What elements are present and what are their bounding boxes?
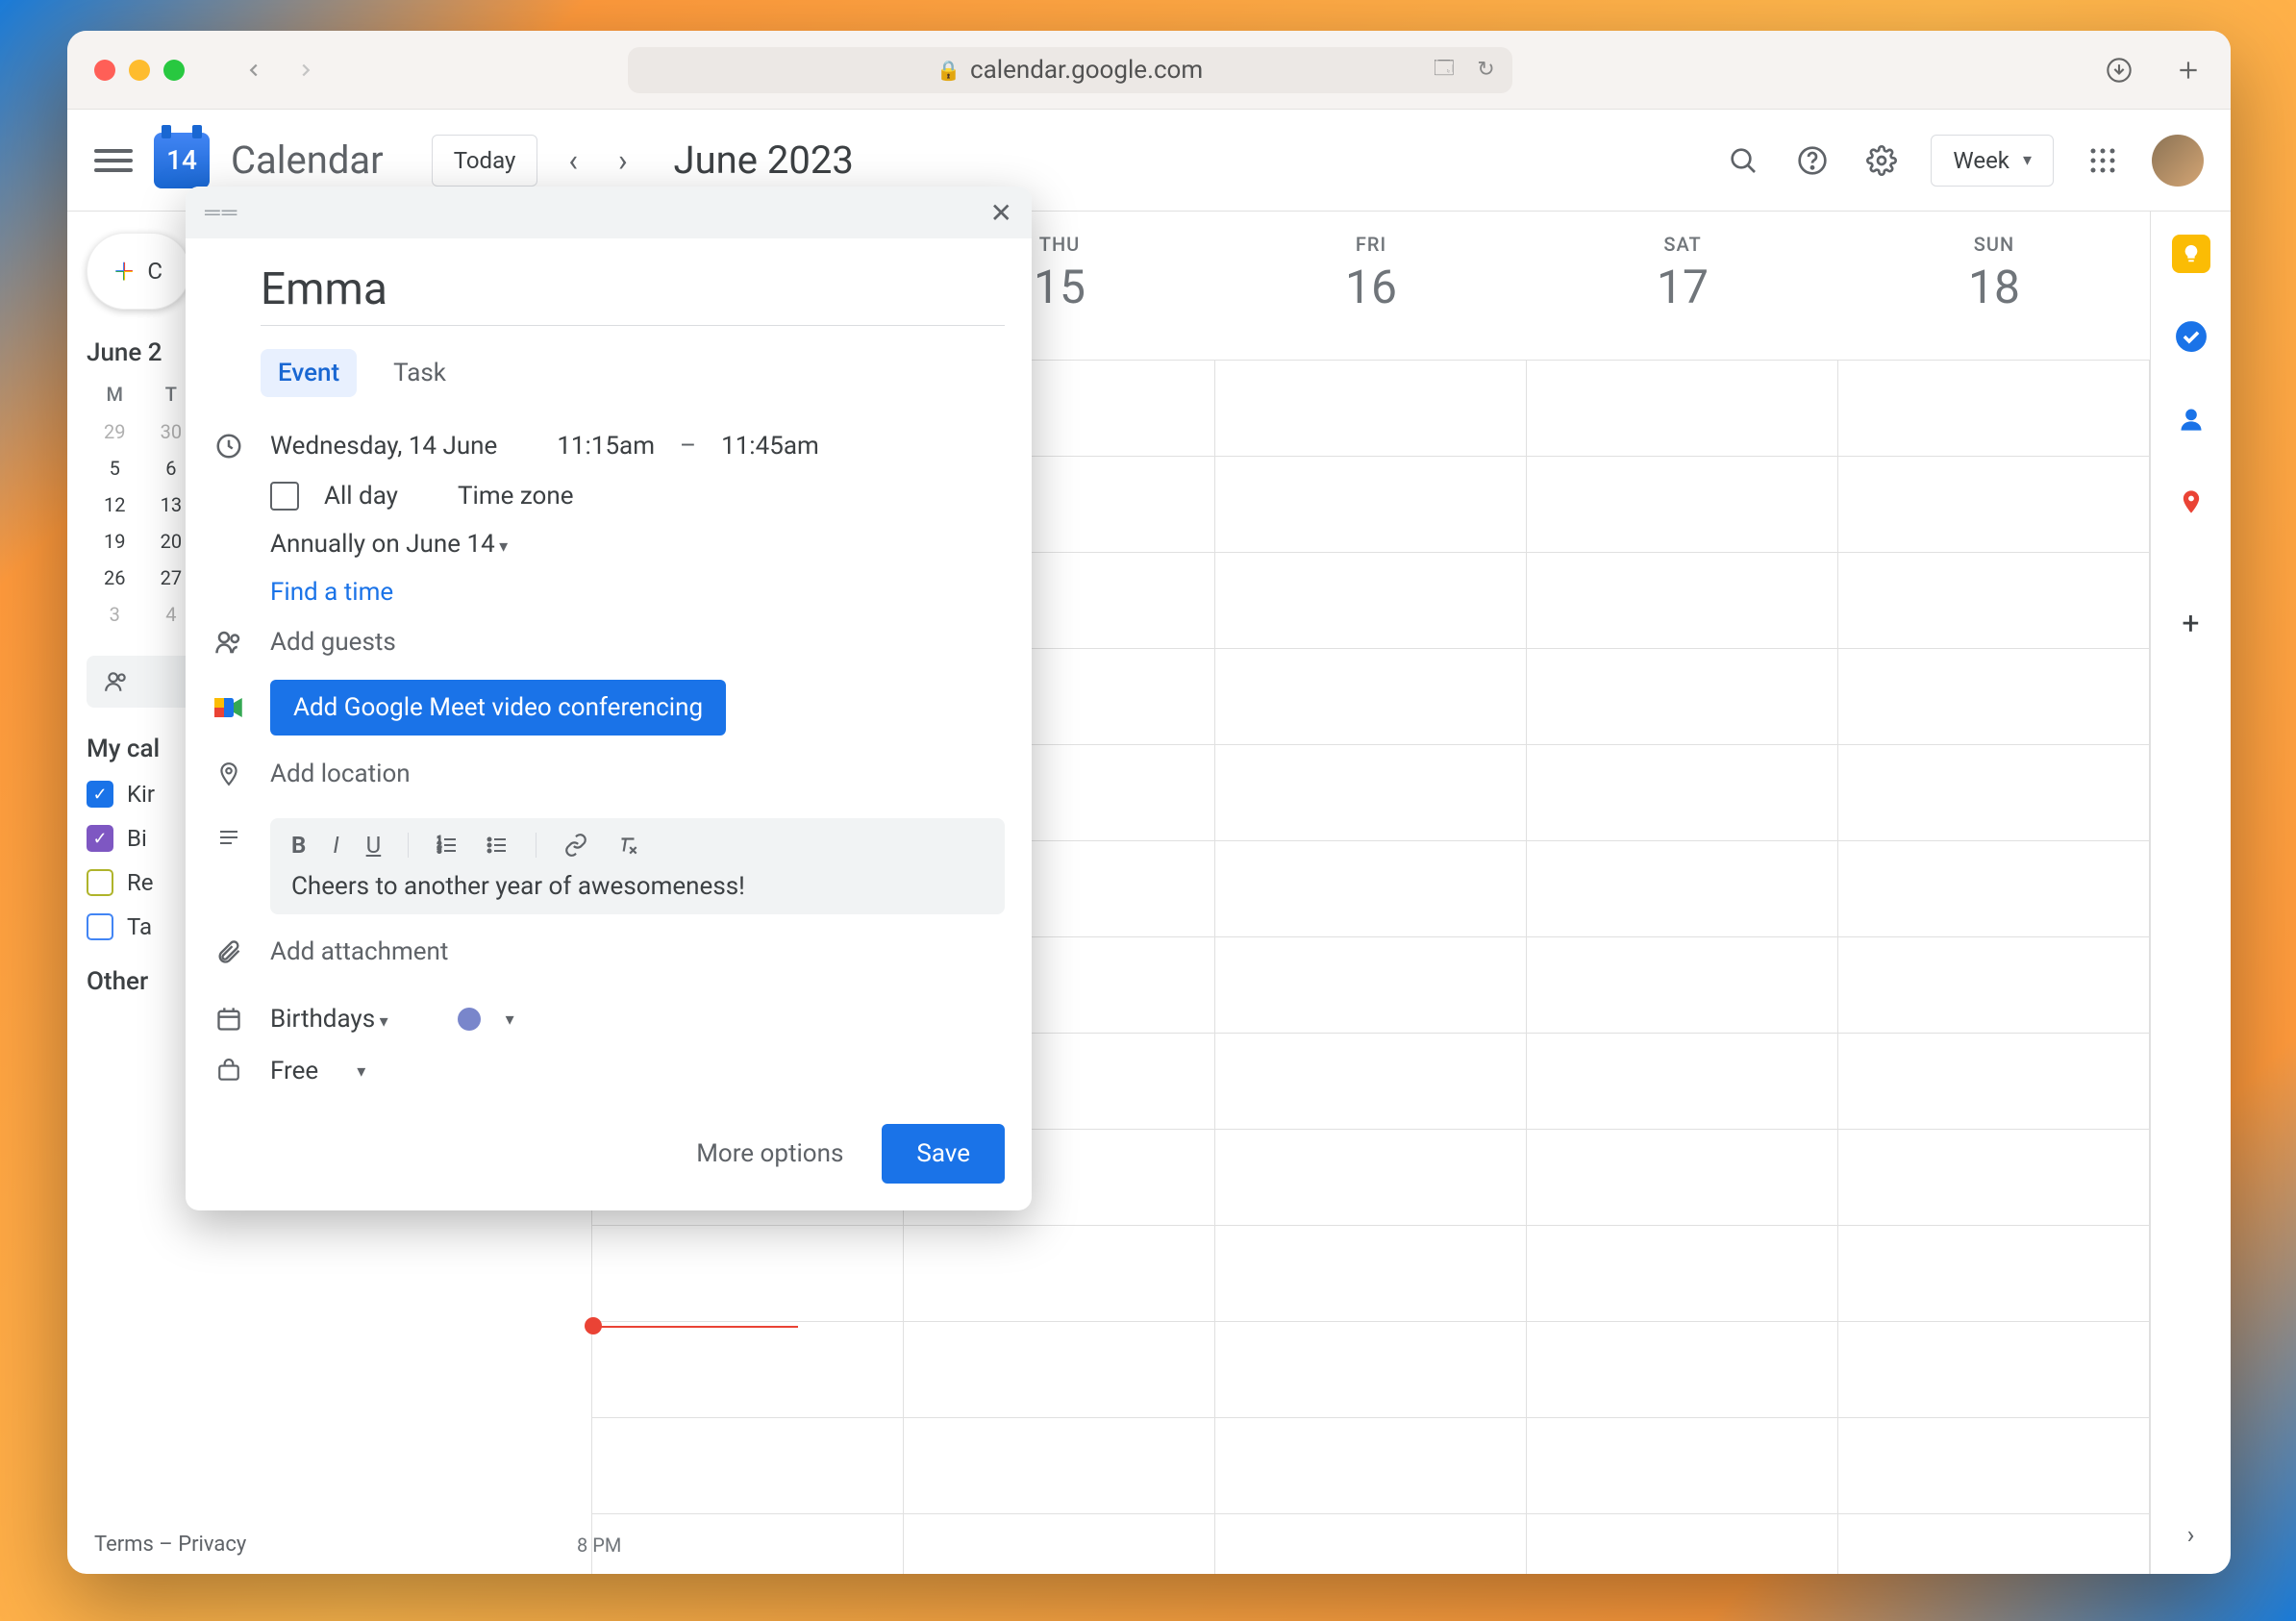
plus-icon: +: [114, 251, 134, 291]
app-title: Calendar: [231, 137, 384, 183]
footer-links: Terms – Privacy: [94, 1533, 246, 1557]
event-create-popup: ══ ✕ Event Task Wednesday, 14 June 11:15…: [186, 187, 1032, 1210]
find-time-link[interactable]: Find a time: [270, 578, 393, 607]
calendar-select[interactable]: Birthdays: [270, 1005, 388, 1034]
traffic-lights: [94, 60, 185, 81]
svg-text:3: 3: [437, 847, 441, 855]
clear-format-icon[interactable]: [615, 833, 640, 858]
italic-icon[interactable]: I: [333, 832, 338, 859]
event-color-dot[interactable]: [458, 1008, 481, 1031]
add-guests-input[interactable]: Add guests: [270, 628, 396, 657]
day-header[interactable]: FRI16: [1215, 223, 1527, 360]
maximize-window-button[interactable]: [163, 60, 185, 81]
close-window-button[interactable]: [94, 60, 115, 81]
bold-icon[interactable]: B: [291, 832, 306, 859]
close-icon[interactable]: ✕: [990, 197, 1012, 229]
start-time[interactable]: 11:15am: [557, 432, 655, 461]
description-toolbar: B I U 123: [270, 818, 1005, 872]
tab-event[interactable]: Event: [261, 349, 357, 397]
help-icon[interactable]: [1792, 140, 1833, 181]
side-panel: + ›: [2150, 212, 2231, 1574]
time-zone-button[interactable]: Time zone: [458, 482, 574, 511]
time-label-8pm: 8 PM: [577, 1534, 621, 1557]
event-title-input[interactable]: [261, 254, 1005, 326]
color-caret[interactable]: ▾: [506, 1010, 514, 1030]
event-date[interactable]: Wednesday, 14 June: [270, 432, 497, 461]
tasks-icon[interactable]: [2172, 317, 2210, 356]
maps-icon[interactable]: [2172, 483, 2210, 521]
minimize-window-button[interactable]: [129, 60, 150, 81]
day-header[interactable]: SAT17: [1527, 223, 1838, 360]
translate-icon[interactable]: 🗔: [1434, 54, 1455, 87]
tab-task[interactable]: Task: [376, 349, 463, 397]
all-day-checkbox[interactable]: [270, 482, 299, 511]
new-tab-icon[interactable]: [2173, 55, 2204, 86]
meet-icon: [212, 695, 245, 720]
account-avatar[interactable]: [2152, 135, 2204, 187]
underline-icon[interactable]: U: [366, 832, 382, 859]
drag-handle-icon[interactable]: ══: [205, 200, 238, 225]
contacts-icon[interactable]: [2172, 400, 2210, 438]
lock-icon: 🔒: [936, 59, 961, 82]
app-logo: 14: [154, 133, 210, 188]
calendar-select-icon: [212, 1006, 245, 1033]
recurrence-select[interactable]: Annually on June 14: [270, 530, 508, 559]
menu-icon[interactable]: [94, 149, 133, 172]
bullet-list-icon[interactable]: [486, 834, 509, 857]
all-day-label: All day: [324, 482, 398, 511]
guests-icon: [212, 628, 245, 657]
availability-select[interactable]: Free: [270, 1057, 318, 1085]
description-icon: [212, 826, 245, 849]
numbered-list-icon[interactable]: 123: [436, 834, 459, 857]
settings-icon[interactable]: [1861, 140, 1902, 181]
next-period-button[interactable]: ›: [609, 142, 637, 179]
availability-caret[interactable]: ▾: [357, 1061, 365, 1082]
add-attachment-button[interactable]: Add attachment: [270, 937, 448, 966]
end-time[interactable]: 11:45am: [721, 432, 819, 461]
location-icon: [212, 759, 245, 789]
now-indicator-dot: [585, 1317, 602, 1334]
description-text[interactable]: Cheers to another year of awesomeness!: [270, 872, 1005, 901]
url-text: calendar.google.com: [970, 56, 1203, 85]
forward-button[interactable]: [288, 53, 323, 87]
privacy-link[interactable]: Privacy: [178, 1533, 246, 1557]
terms-link[interactable]: Terms: [94, 1533, 154, 1557]
collapse-side-panel-icon[interactable]: ›: [2172, 1516, 2210, 1555]
now-indicator-line: [592, 1326, 798, 1328]
google-apps-icon[interactable]: [2083, 140, 2123, 181]
current-period-label: June 2023: [674, 137, 854, 183]
search-icon[interactable]: [1723, 140, 1763, 181]
clock-icon: [212, 432, 245, 461]
attachment-icon: [212, 938, 245, 965]
prev-period-button[interactable]: ‹: [559, 142, 587, 179]
back-button[interactable]: [237, 53, 271, 87]
link-icon[interactable]: [563, 833, 588, 858]
keep-icon[interactable]: [2172, 235, 2210, 273]
add-addon-icon[interactable]: +: [2172, 604, 2210, 642]
add-meet-button[interactable]: Add Google Meet video conferencing: [270, 680, 726, 736]
today-button[interactable]: Today: [432, 135, 538, 187]
browser-chrome-bar: 🔒 calendar.google.com 🗔 ↻: [67, 31, 2231, 110]
more-options-button[interactable]: More options: [677, 1126, 862, 1182]
url-bar[interactable]: 🔒 calendar.google.com 🗔 ↻: [628, 47, 1512, 93]
save-button[interactable]: Save: [882, 1124, 1005, 1184]
downloads-icon[interactable]: [2104, 55, 2134, 86]
people-icon: [104, 669, 129, 694]
add-location-input[interactable]: Add location: [270, 760, 411, 788]
day-header[interactable]: SUN18: [1838, 223, 2150, 360]
reload-icon[interactable]: ↻: [1477, 58, 1494, 82]
availability-icon: [212, 1059, 245, 1084]
view-selector[interactable]: Week▾: [1931, 135, 2054, 187]
create-button[interactable]: + C: [87, 233, 190, 310]
